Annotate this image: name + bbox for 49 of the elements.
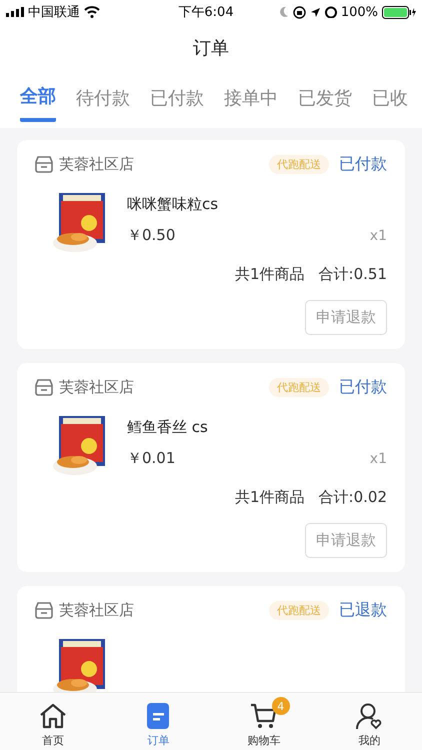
product-quantity: x1 bbox=[370, 451, 387, 467]
tab[interactable]: 已付款 bbox=[150, 80, 204, 120]
moon-icon bbox=[278, 6, 289, 18]
cart-icon bbox=[250, 702, 278, 730]
product-quantity: x1 bbox=[370, 228, 387, 244]
tab[interactable]: 已发货 bbox=[298, 80, 352, 120]
person-icon bbox=[355, 702, 384, 730]
item-count: 共1件商品 bbox=[235, 265, 305, 284]
product-name: 咪咪蟹味粒cs bbox=[127, 195, 220, 214]
refund-button[interactable]: 申请退款 bbox=[305, 523, 387, 558]
signal-icon bbox=[6, 7, 24, 17]
cart-count-badge: 4 bbox=[272, 697, 290, 715]
store-icon bbox=[35, 379, 53, 396]
delivery-tag: 代跑配送 bbox=[269, 601, 329, 620]
tab[interactable]: 已收 bbox=[372, 80, 408, 120]
nav-tab[interactable]: 首页 bbox=[0, 693, 106, 750]
location-icon bbox=[310, 6, 321, 18]
battery-icon bbox=[382, 6, 416, 18]
delivery-tag: 代跑配送 bbox=[269, 155, 329, 174]
store-name: 芙蓉社区店 bbox=[59, 378, 135, 397]
lock-rotation-icon bbox=[292, 6, 306, 18]
page-title: 订单 bbox=[193, 37, 229, 60]
product-name: 鳕鱼香丝 cs bbox=[127, 418, 209, 437]
battery-percent: 100% bbox=[340, 4, 378, 20]
store-name: 芙蓉社区店 bbox=[59, 155, 135, 174]
store-name: 芙蓉社区店 bbox=[59, 601, 135, 620]
order-total: 合计:0.51 bbox=[318, 265, 387, 284]
home-icon bbox=[38, 703, 67, 729]
order-status: 已退款 bbox=[339, 600, 387, 621]
refund-button[interactable]: 申请退款 bbox=[305, 300, 387, 335]
carrier-name: 中国联通 bbox=[28, 4, 80, 21]
store-icon bbox=[35, 602, 53, 619]
clock-time: 下午6:04 bbox=[178, 4, 234, 21]
tab[interactable]: 待付款 bbox=[76, 80, 130, 120]
document-icon bbox=[147, 703, 170, 729]
product-price: ￥0.50 bbox=[127, 226, 176, 245]
order-total: 合计:0.02 bbox=[318, 488, 387, 507]
item-count: 共1件商品 bbox=[235, 488, 305, 507]
nav-tab[interactable]: 订单 bbox=[106, 693, 211, 750]
product-price: ￥0.01 bbox=[127, 449, 176, 468]
order-status: 已付款 bbox=[339, 377, 387, 398]
store-icon bbox=[35, 156, 53, 173]
order-status: 已付款 bbox=[339, 154, 387, 175]
nav-tab[interactable]: 我的 bbox=[316, 693, 422, 750]
delivery-tag: 代跑配送 bbox=[269, 378, 329, 397]
tab[interactable]: 全部 bbox=[20, 78, 56, 122]
tab[interactable]: 接单中 bbox=[224, 80, 278, 120]
nav-tab[interactable]: 4 购物车 bbox=[211, 693, 316, 750]
wifi-icon bbox=[84, 6, 100, 18]
